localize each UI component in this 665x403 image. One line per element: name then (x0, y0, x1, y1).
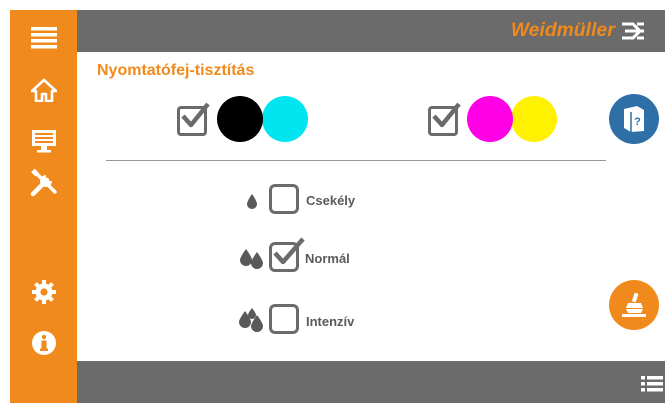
ink-group-2-checkbox[interactable] (428, 102, 461, 136)
info-icon[interactable] (10, 329, 77, 357)
bottom-bar (77, 361, 665, 403)
page-title: Nyomtatófej-tisztítás (97, 62, 255, 79)
cleaning-brush-icon (622, 292, 646, 317)
checkmark-icon (273, 237, 305, 265)
ink-group-1-checkbox[interactable] (177, 102, 210, 136)
drop-icon (247, 194, 257, 209)
option-normal-checkbox[interactable] (269, 237, 305, 272)
double-drop-icon (240, 249, 263, 269)
app-frame: Weidmüller Nyomtatófej-tisztítás ? Cseké… (10, 10, 665, 403)
list-icon[interactable] (641, 375, 663, 395)
option-light-label: Csekély (306, 193, 356, 208)
ink-black-circle (217, 96, 263, 142)
checkmark-icon (432, 102, 461, 128)
help-book-icon: ? (624, 106, 644, 132)
gear-icon[interactable] (10, 278, 77, 306)
weidmuller-logo-icon (622, 22, 644, 40)
tools-icon[interactable] (10, 168, 77, 198)
option-normal-label: Normál (305, 251, 350, 266)
top-bar: Weidmüller (77, 10, 665, 52)
option-intense-checkbox[interactable] (269, 304, 299, 334)
section-divider (106, 160, 606, 161)
svg-text:?: ? (634, 116, 641, 128)
home-icon[interactable] (10, 76, 77, 104)
start-cleaning-button[interactable] (609, 280, 659, 330)
checkmark-icon (181, 102, 210, 128)
help-button[interactable]: ? (609, 94, 659, 144)
monitor-icon[interactable] (10, 127, 77, 155)
ink-yellow-circle (511, 96, 557, 142)
ink-cyan-circle (262, 96, 308, 142)
ink-magenta-circle (467, 96, 513, 142)
sidebar (10, 10, 77, 403)
brand-name: Weidmüller (510, 20, 615, 41)
option-light-checkbox[interactable] (269, 184, 299, 214)
brand-logo: Weidmüller (511, 20, 645, 42)
menu-icon[interactable] (10, 24, 77, 52)
triple-drop-icon (239, 308, 263, 332)
option-intense-label: Intenzív (306, 314, 355, 329)
